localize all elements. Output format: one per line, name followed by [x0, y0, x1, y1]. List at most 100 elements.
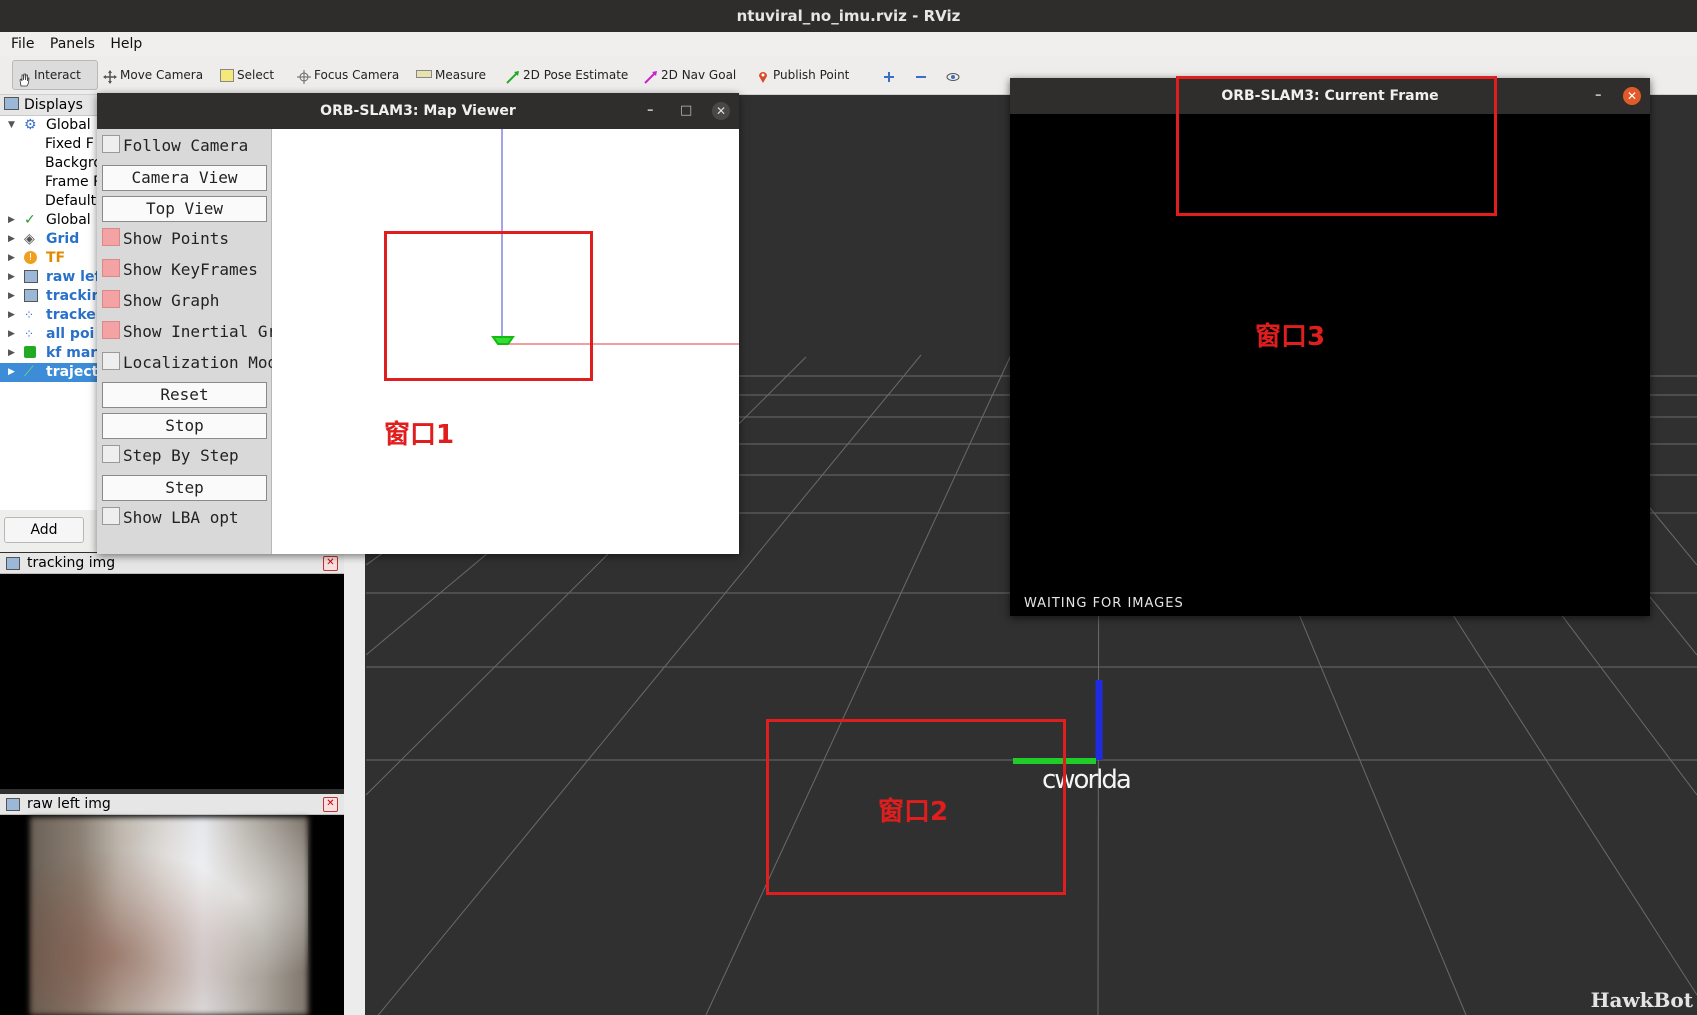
display-item-tracked[interactable]: ▶ ⁘ tracke	[0, 306, 100, 325]
display-item-kf-markers[interactable]: ▶ kf mar	[0, 344, 100, 363]
minimize-icon[interactable]: –	[1595, 78, 1602, 114]
tracking-img-header: tracking img ✕	[0, 553, 344, 574]
expand-arrow-icon: ▶	[8, 367, 15, 377]
pose-estimate-tool[interactable]: 2D Pose Estimate	[506, 64, 628, 86]
focus-camera-tool[interactable]: Focus Camera	[297, 64, 399, 86]
pointcloud-icon: ⁘	[24, 308, 35, 322]
window-title: ntuviral_no_imu.rviz - RViz	[0, 0, 1697, 32]
nav-goal-tool[interactable]: 2D Nav Goal	[644, 64, 736, 86]
expand-arrow-icon: ▶	[8, 291, 15, 301]
map-viewer-title: ORB-SLAM3: Map Viewer	[320, 103, 516, 119]
add-tool-button[interactable]	[882, 64, 899, 86]
display-item-tracking[interactable]: ▶ trackin	[0, 287, 100, 306]
minimize-icon[interactable]: –	[647, 93, 654, 129]
checkbox-icon	[102, 290, 120, 308]
raw-left-img-header: raw left img ✕	[0, 794, 344, 815]
expand-arrow-icon: ▶	[8, 329, 15, 339]
select-tool[interactable]: Select	[220, 64, 274, 86]
move-camera-tool[interactable]: Move Camera	[103, 64, 203, 86]
displays-title: Displays	[24, 97, 83, 113]
measure-tool[interactable]: Measure	[416, 64, 486, 86]
minus-icon	[914, 69, 928, 83]
crosshair-icon	[297, 69, 311, 84]
reset-button[interactable]: Reset	[102, 382, 267, 408]
show-keyframes-checkbox[interactable]: Show KeyFrames	[102, 258, 258, 282]
display-item-default[interactable]: Default	[0, 192, 100, 211]
status-text: WAITING FOR IMAGES	[1024, 596, 1184, 611]
display-item-global-options[interactable]: ▼ ⚙ Global	[0, 116, 100, 135]
menu-panels[interactable]: Panels	[50, 32, 95, 56]
displays-panel: Displays ▼ ⚙ Global Fixed F Backgro Frame …	[0, 95, 101, 545]
panel-splitter[interactable]	[344, 553, 365, 1015]
menu-file[interactable]: File	[11, 32, 34, 56]
close-icon[interactable]: ✕	[323, 797, 338, 812]
step-button[interactable]: Step	[102, 475, 267, 501]
select-box-icon	[220, 69, 234, 82]
warning-icon: !	[24, 251, 37, 264]
interact-tool[interactable]: Interact	[12, 60, 98, 90]
close-icon[interactable]: ✕	[323, 556, 338, 571]
image-icon	[6, 557, 20, 570]
menu-bar: File Panels Help	[0, 32, 1697, 56]
checkbox-icon	[102, 352, 120, 370]
show-graph-checkbox[interactable]: Show Graph	[102, 289, 219, 313]
display-item-all-points[interactable]: ▶ ⁘ all poi	[0, 325, 100, 344]
map-viewer-titlebar[interactable]: ORB-SLAM3: Map Viewer – □ ✕	[97, 93, 739, 129]
gear-icon: ⚙	[24, 117, 37, 133]
close-icon[interactable]: ✕	[712, 102, 730, 120]
magenta-arrow-icon	[644, 69, 658, 84]
path-icon: ⟋	[24, 364, 34, 380]
view-options-button[interactable]	[946, 64, 963, 86]
remove-tool-button[interactable]	[914, 64, 931, 86]
map-viewer-window: ORB-SLAM3: Map Viewer – □ ✕ Follow Camer…	[97, 93, 739, 554]
checkbox-icon	[102, 135, 120, 153]
display-item-tf[interactable]: ▶! TF	[0, 249, 100, 268]
raw-left-img-panel: raw left img ✕	[0, 794, 344, 1015]
display-item-frame-rate[interactable]: Frame R	[0, 173, 100, 192]
localization-mode-checkbox[interactable]: Localization Mode	[102, 351, 287, 375]
step-by-step-checkbox[interactable]: Step By Step	[102, 444, 239, 468]
hand-icon	[17, 69, 31, 86]
display-item-global-status[interactable]: ▶ ✓ Global !	[0, 211, 100, 230]
grid-icon: ◈	[24, 231, 35, 247]
checkbox-icon	[102, 259, 120, 277]
displays-header: Displays	[0, 95, 100, 116]
top-view-button[interactable]: Top View	[102, 196, 267, 222]
display-item-fixed-frame[interactable]: Fixed F	[0, 135, 100, 154]
menu-help[interactable]: Help	[110, 32, 142, 56]
measure-label: Measure	[435, 68, 486, 82]
close-icon[interactable]: ✕	[1623, 87, 1641, 105]
pointcloud-icon: ⁘	[24, 327, 35, 341]
annotation-box-1	[384, 231, 593, 381]
annotation-label-2: 窗口2	[878, 797, 949, 827]
map-viewer-controls: Follow Camera Camera View Top View Show …	[97, 129, 306, 554]
camera-view-button[interactable]: Camera View	[102, 165, 267, 191]
add-display-button[interactable]: Add	[4, 517, 84, 543]
plus-icon	[882, 69, 896, 83]
maximize-icon[interactable]: □	[680, 93, 692, 129]
display-item-grid[interactable]: ▶ ◈ Grid	[0, 230, 100, 249]
ruler-icon	[416, 70, 432, 78]
select-label: Select	[237, 68, 275, 82]
map-viewer-canvas[interactable]: 窗口1	[272, 129, 739, 554]
checkbox-icon	[102, 228, 120, 246]
expand-arrow-icon: ▶	[8, 234, 15, 244]
eye-icon	[946, 69, 960, 83]
display-item-background[interactable]: Backgro	[0, 154, 100, 173]
show-points-checkbox[interactable]: Show Points	[102, 227, 229, 251]
nav-goal-label: 2D Nav Goal	[661, 68, 737, 82]
image-icon	[6, 798, 20, 811]
display-item-raw-left[interactable]: ▶ raw lef	[0, 268, 100, 287]
stop-button[interactable]: Stop	[102, 413, 267, 439]
marker-cube-icon	[24, 346, 36, 358]
expand-arrow-icon: ▶	[8, 215, 15, 225]
display-item-trajectory[interactable]: ▶ ⟋ traject	[0, 363, 100, 382]
publish-point-tool[interactable]: Publish Point	[756, 64, 849, 86]
interact-label: Interact	[34, 68, 81, 82]
pose-estimate-label: 2D Pose Estimate	[523, 68, 629, 82]
map-pin-icon	[756, 69, 770, 83]
follow-camera-checkbox[interactable]: Follow Camera	[102, 134, 248, 158]
focus-camera-label: Focus Camera	[314, 68, 400, 82]
green-arrow-icon	[506, 69, 520, 84]
show-lba-opt-checkbox[interactable]: Show LBA opt	[102, 506, 239, 530]
